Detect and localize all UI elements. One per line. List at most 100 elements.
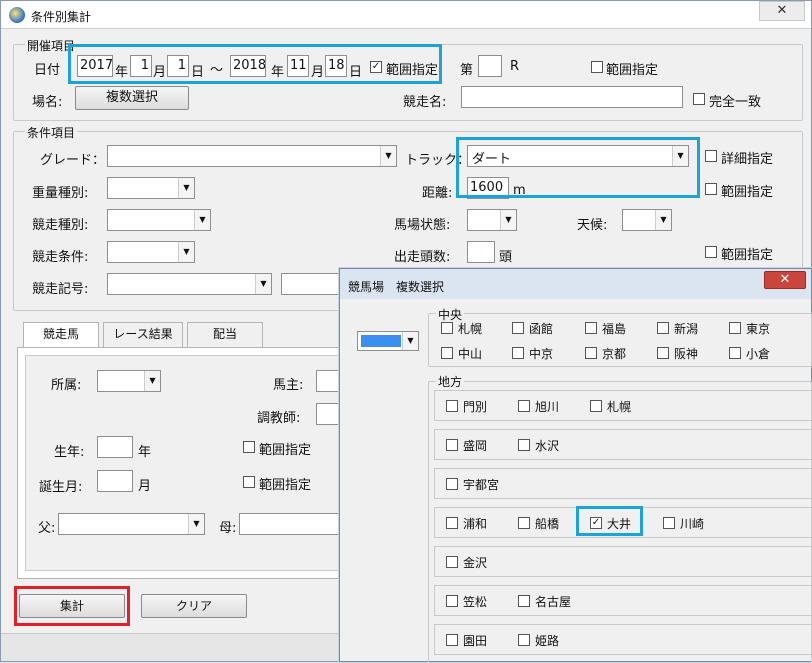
chevron-down-icon: ▼ [655, 210, 671, 230]
chevron-down-icon: ▼ [380, 146, 396, 166]
central-checkbox[interactable] [657, 347, 669, 359]
chevron-down-icon: ▼ [255, 274, 271, 294]
race-name-input[interactable] [461, 86, 683, 108]
aggregate-highlight-box [14, 586, 130, 626]
chevron-down-icon: ▼ [178, 178, 194, 198]
date-highlight-box [68, 44, 442, 84]
central-checkbox-label: 京都 [602, 347, 627, 361]
central-checkbox-label: 中山 [458, 347, 483, 361]
central-checkbox[interactable] [512, 347, 524, 359]
joken-group-label: 条件項目 [25, 124, 78, 141]
race-mark-select[interactable]: ▼ [107, 273, 272, 295]
chevron-down-icon: ▼ [402, 332, 418, 350]
window-close-button[interactable]: ✕ [759, 1, 805, 21]
central-checkbox-label: 中京 [529, 347, 554, 361]
local-group-label: 地方 [436, 373, 465, 390]
birth-month-input[interactable] [97, 470, 133, 492]
exact-match-label: 完全一致 [709, 95, 762, 110]
runners-input[interactable] [467, 241, 495, 263]
race-number-range-label: 範囲指定 [606, 63, 659, 78]
local-checkbox[interactable] [518, 400, 530, 412]
local-checkbox[interactable] [518, 595, 530, 607]
local-checkbox-label: 川崎 [680, 517, 705, 531]
tab-horse[interactable]: 競走馬 [23, 322, 99, 347]
mother-label: 母: [219, 521, 237, 536]
race-name-label: 競走名: [403, 95, 447, 110]
local-checkbox-label: 宇都宮 [463, 478, 500, 492]
multi-select-button[interactable]: 複数選択 [75, 86, 189, 110]
central-checkbox[interactable] [729, 322, 741, 334]
weight-type-select[interactable]: ▼ [107, 177, 195, 199]
runners-unit: 頭 [499, 250, 513, 265]
local-region-row [434, 624, 812, 655]
grade-select[interactable]: ▼ [107, 145, 397, 167]
birth-month-range-checkbox[interactable] [243, 476, 255, 488]
race-condition-select[interactable]: ▼ [107, 241, 195, 263]
racecourse-multi-select-dialog: 競馬場 複数選択 ✕ ▼ 中央 地方 札幌 函館 福島 新潟 東京 中山 中京 京都 阪神 小倉門… [339, 268, 812, 663]
race-number-range-checkbox[interactable] [591, 61, 603, 73]
central-checkbox[interactable] [441, 347, 453, 359]
place-label: 場名: [32, 95, 63, 110]
local-region-row [434, 585, 812, 616]
birth-month-label: 誕生月: [39, 480, 83, 495]
mother-input[interactable] [239, 513, 340, 535]
exact-match-checkbox[interactable] [693, 93, 705, 105]
dai-label: 第 [460, 63, 474, 78]
central-checkbox[interactable] [512, 322, 524, 334]
owner-input[interactable] [316, 370, 340, 392]
birth-year-range-checkbox[interactable] [243, 441, 255, 453]
local-checkbox[interactable] [518, 517, 530, 529]
local-checkbox[interactable] [446, 595, 458, 607]
local-checkbox[interactable] [518, 439, 530, 451]
popup-title-bar: 競馬場 複数選択 ✕ [340, 269, 811, 299]
weather-select[interactable]: ▼ [622, 209, 672, 231]
race-type-select[interactable]: ▼ [107, 209, 211, 231]
central-checkbox[interactable] [441, 322, 453, 334]
local-region-row [434, 546, 812, 577]
local-checkbox[interactable] [446, 634, 458, 646]
distance-range-checkbox[interactable] [705, 183, 717, 195]
tab-race-result[interactable]: レース結果 [103, 322, 183, 347]
local-checkbox-label: 札幌 [607, 400, 632, 414]
local-checkbox[interactable] [446, 478, 458, 490]
track-detail-label: 詳細指定 [721, 152, 774, 167]
central-checkbox[interactable] [585, 322, 597, 334]
popup-close-button[interactable]: ✕ [764, 271, 806, 289]
race-mark-select-2[interactable] [281, 273, 341, 295]
central-checkbox-label: 函館 [529, 322, 554, 336]
race-number-input[interactable] [478, 55, 502, 77]
selector-color-swatch [361, 335, 401, 347]
chevron-down-icon: ▼ [178, 242, 194, 262]
affiliation-select[interactable]: ▼ [97, 370, 161, 392]
local-checkbox[interactable] [446, 556, 458, 568]
birth-year-input[interactable] [97, 436, 133, 458]
tab-payout[interactable]: 配当 [187, 322, 263, 347]
chevron-down-icon: ▼ [500, 210, 516, 230]
local-checkbox-label: 名古屋 [535, 595, 572, 609]
father-select[interactable]: ▼ [58, 513, 205, 535]
local-checkbox-label: 船橋 [535, 517, 560, 531]
trainer-input[interactable] [316, 403, 340, 425]
runners-range-checkbox[interactable] [705, 246, 717, 258]
central-checkbox-label: 小倉 [746, 347, 771, 361]
grade-label: グレード： [40, 153, 106, 168]
track-detail-checkbox[interactable] [705, 150, 717, 162]
local-checkbox[interactable] [446, 517, 458, 529]
local-checkbox[interactable] [663, 517, 675, 529]
central-checkbox[interactable] [729, 347, 741, 359]
clear-button[interactable]: クリア [141, 594, 247, 618]
local-checkbox[interactable] [590, 400, 602, 412]
local-checkbox[interactable] [518, 634, 530, 646]
window-title: 条件別集計 [31, 10, 92, 24]
baba-select[interactable]: ▼ [467, 209, 517, 231]
local-checkbox[interactable] [446, 400, 458, 412]
local-checkbox-label: 笠松 [463, 595, 488, 609]
local-checkbox[interactable] [446, 439, 458, 451]
chevron-down-icon: ▼ [194, 210, 210, 230]
central-checkbox[interactable] [657, 322, 669, 334]
trainer-label: 調教師: [257, 411, 301, 426]
local-checkbox-label: 門別 [463, 400, 488, 414]
racecourse-color-select[interactable]: ▼ [357, 331, 419, 351]
central-checkbox-label: 新潟 [674, 322, 699, 336]
central-checkbox[interactable] [585, 347, 597, 359]
